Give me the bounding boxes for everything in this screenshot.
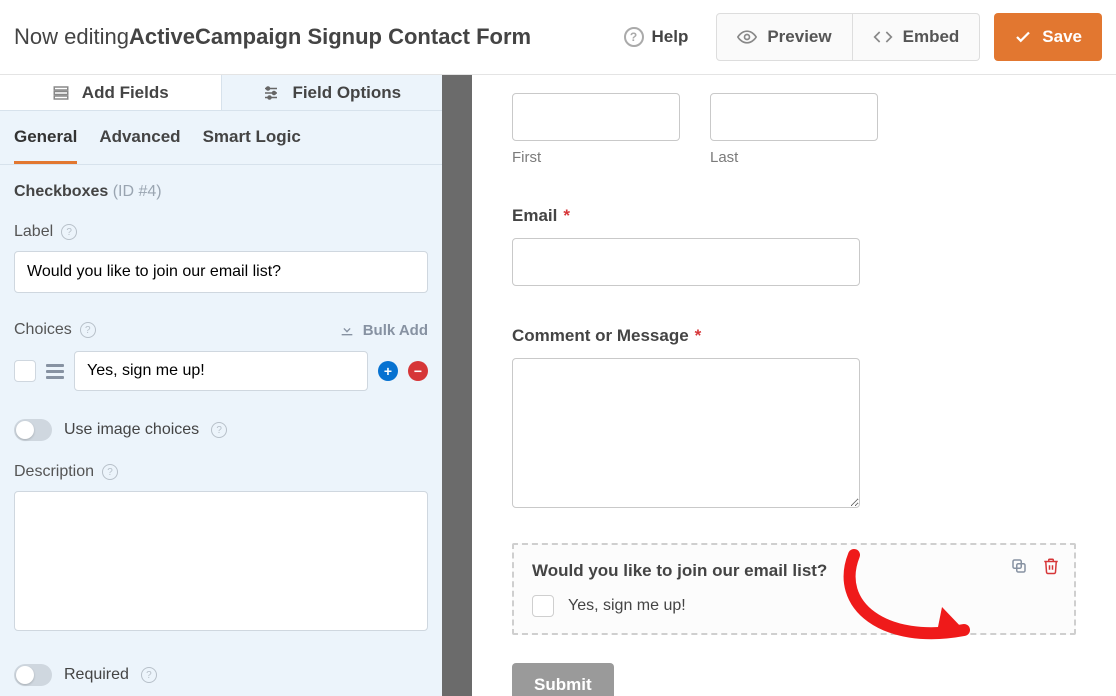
last-sublabel: Last bbox=[710, 149, 878, 166]
choice-input[interactable] bbox=[74, 351, 368, 391]
checkbox-option-box[interactable] bbox=[532, 595, 554, 617]
bulk-add-button[interactable]: Bulk Add bbox=[339, 322, 428, 339]
first-name-input[interactable] bbox=[512, 93, 680, 141]
tab-field-options-label: Field Options bbox=[292, 83, 401, 103]
top-bar: Now editing ActiveCampaign Signup Contac… bbox=[0, 0, 1116, 75]
tab-field-options[interactable]: Field Options bbox=[222, 75, 443, 110]
choices-label: Choices bbox=[14, 321, 72, 339]
first-sublabel: First bbox=[512, 149, 680, 166]
comment-label: Comment or Message* bbox=[512, 326, 1076, 346]
title-prefix: Now editing bbox=[14, 24, 129, 50]
comment-textarea[interactable] bbox=[512, 358, 860, 508]
field-heading: Checkboxes (ID #4) bbox=[14, 183, 428, 201]
required-toggle[interactable] bbox=[14, 664, 52, 686]
preview-embed-group: Preview Embed bbox=[716, 13, 980, 61]
help-link[interactable]: ? Help bbox=[624, 27, 689, 47]
choices-label-row: Choices ? bbox=[14, 321, 96, 339]
help-label: Help bbox=[652, 27, 689, 47]
tab-add-fields[interactable]: Add Fields bbox=[0, 75, 222, 110]
add-fields-icon bbox=[52, 84, 70, 102]
trash-icon[interactable] bbox=[1042, 557, 1060, 580]
preview-button[interactable]: Preview bbox=[716, 13, 852, 61]
embed-label: Embed bbox=[903, 27, 960, 47]
eye-icon bbox=[737, 27, 757, 47]
choice-default-checkbox[interactable] bbox=[14, 360, 36, 382]
choice-row: + − bbox=[14, 351, 428, 391]
download-icon bbox=[339, 322, 355, 338]
subtab-general[interactable]: General bbox=[14, 127, 77, 164]
email-label: Email* bbox=[512, 206, 1076, 226]
label-input[interactable] bbox=[14, 251, 428, 293]
last-name-input[interactable] bbox=[710, 93, 878, 141]
checkbox-field-title: Would you like to join our email list? bbox=[532, 561, 1056, 581]
tab-add-fields-label: Add Fields bbox=[82, 83, 169, 103]
submit-button[interactable]: Submit bbox=[512, 663, 614, 696]
help-icon[interactable]: ? bbox=[211, 422, 227, 438]
description-label-row: Description ? bbox=[14, 463, 428, 481]
sliders-icon bbox=[262, 84, 280, 102]
image-choices-toggle[interactable] bbox=[14, 419, 52, 441]
email-input[interactable] bbox=[512, 238, 860, 286]
drag-handle-icon[interactable] bbox=[46, 364, 64, 379]
required-indicator: * bbox=[563, 206, 570, 226]
required-indicator: * bbox=[695, 326, 702, 346]
duplicate-icon[interactable] bbox=[1010, 557, 1028, 580]
embed-button[interactable]: Embed bbox=[853, 13, 981, 61]
help-icon[interactable]: ? bbox=[141, 667, 157, 683]
pane-divider[interactable] bbox=[442, 75, 472, 696]
subtab-advanced[interactable]: Advanced bbox=[99, 127, 180, 164]
image-choices-label: Use image choices bbox=[64, 421, 199, 439]
form-title: ActiveCampaign Signup Contact Form bbox=[129, 24, 531, 50]
help-icon: ? bbox=[624, 27, 644, 47]
help-icon[interactable]: ? bbox=[102, 464, 118, 480]
add-choice-button[interactable]: + bbox=[378, 361, 398, 381]
save-button[interactable]: Save bbox=[994, 13, 1102, 61]
preview-label: Preview bbox=[767, 27, 831, 47]
help-icon[interactable]: ? bbox=[80, 322, 96, 338]
checkbox-field-block[interactable]: Would you like to join our email list? Y… bbox=[512, 543, 1076, 635]
code-icon bbox=[873, 27, 893, 47]
remove-choice-button[interactable]: − bbox=[408, 361, 428, 381]
description-label: Description bbox=[14, 463, 94, 481]
checkbox-option-label: Yes, sign me up! bbox=[568, 597, 686, 615]
save-label: Save bbox=[1042, 27, 1082, 47]
label-label: Label bbox=[14, 223, 53, 241]
field-id: (ID #4) bbox=[113, 183, 162, 200]
form-canvas: First Last Email* Comment or Message* bbox=[472, 75, 1116, 696]
field-type: Checkboxes bbox=[14, 183, 108, 200]
label-label-row: Label ? bbox=[14, 223, 428, 241]
check-icon bbox=[1014, 28, 1032, 46]
description-textarea[interactable] bbox=[14, 491, 428, 631]
help-icon[interactable]: ? bbox=[61, 224, 77, 240]
bulk-add-label: Bulk Add bbox=[363, 322, 428, 339]
required-label: Required bbox=[64, 666, 129, 684]
subtab-smart-logic[interactable]: Smart Logic bbox=[203, 127, 301, 164]
sidebar: Add Fields Field Options General Advance… bbox=[0, 75, 442, 696]
